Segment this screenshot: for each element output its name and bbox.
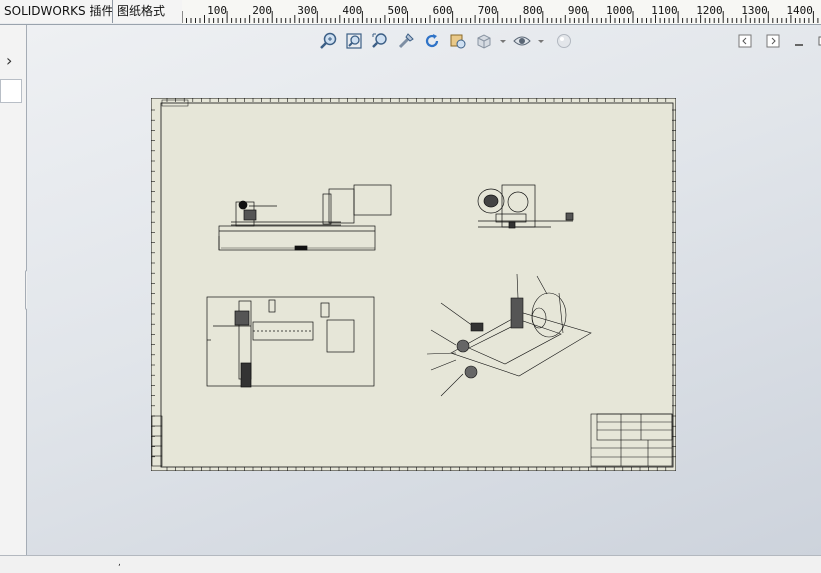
ruler-ticks: [182, 11, 819, 23]
ruler-label: 800: [522, 4, 543, 17]
zoom-to-fit-icon[interactable]: [318, 31, 338, 51]
ruler-label: 1000: [606, 4, 633, 17]
status-bar: ,: [0, 555, 821, 573]
ruler-label: 1400: [786, 4, 813, 17]
ruler-label: 1200: [696, 4, 723, 17]
ruler-label: 400: [342, 4, 363, 17]
previous-view-icon[interactable]: [448, 31, 468, 51]
horizontal-ruler: 100 200 300 400 500 600 700 800 900 1000 1100 1200 1…: [182, 0, 821, 24]
rotate-icon[interactable]: [422, 31, 442, 51]
tile-right-icon[interactable]: [766, 34, 780, 48]
ruler-label: 900: [567, 4, 588, 17]
status-text: ,: [118, 558, 121, 568]
ruler-label: 300: [297, 4, 318, 17]
ruler-label: 1300: [741, 4, 768, 17]
ruler-label: 1100: [651, 4, 678, 17]
ruler-label: 200: [252, 4, 273, 17]
top-bar: SOLIDWORKS 插件 图纸格式 100 200 300 400 500 600 700…: [0, 0, 821, 25]
maximize-icon[interactable]: [816, 34, 821, 48]
ruler-label: 700: [477, 4, 498, 17]
display-style-icon[interactable]: [474, 31, 494, 51]
hide-show-icon[interactable]: [512, 31, 532, 51]
ruler-label: 100: [207, 4, 227, 17]
zoom-in-out-icon[interactable]: [370, 31, 390, 51]
ruler-label: 600: [432, 4, 453, 17]
tile-left-icon[interactable]: [738, 34, 752, 48]
zoom-to-area-icon[interactable]: [344, 31, 364, 51]
tab-sheet-format[interactable]: 图纸格式: [112, 0, 186, 23]
minimize-icon[interactable]: [792, 34, 806, 48]
ruler-label: 500: [387, 4, 408, 17]
tab-solidworks-plugins[interactable]: SOLIDWORKS 插件: [0, 0, 115, 23]
pan-icon[interactable]: [396, 31, 416, 51]
left-panel-field[interactable]: [0, 79, 22, 103]
chevron-down-icon[interactable]: [498, 31, 508, 51]
chevron-right-icon[interactable]: ›: [6, 51, 12, 70]
appearance-icon[interactable]: [554, 31, 574, 51]
left-panel: ›: [0, 25, 27, 555]
chevron-down-icon[interactable]: [536, 31, 546, 51]
drawing-sheet[interactable]: [151, 98, 676, 471]
